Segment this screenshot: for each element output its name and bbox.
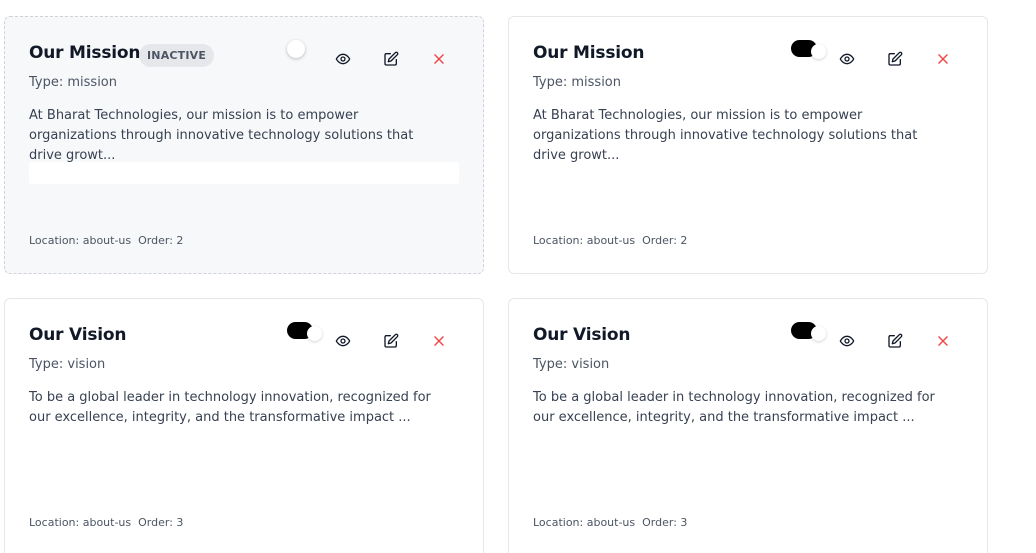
active-toggle[interactable] [287,40,313,58]
content-card: Our Vision Type: vision To be a global l… [508,298,988,553]
view-button[interactable] [331,329,355,353]
toggle-knob [287,40,305,58]
edit-icon [888,333,903,348]
content-placeholder [29,162,459,184]
order-label: Order: 2 [642,234,688,247]
delete-button[interactable] [427,47,451,71]
view-button[interactable] [835,47,859,71]
card-meta: Location: about-us Order: 2 [29,234,190,247]
content-card: Our Vision Type: vision To be a global l… [4,298,484,553]
view-button[interactable] [835,329,859,353]
active-toggle[interactable] [791,322,826,341]
delete-button[interactable] [931,47,955,71]
order-label: Order: 3 [642,516,688,529]
location-label: Location: about-us [29,516,132,529]
card-type: Type: vision [29,357,106,372]
card-type: Type: mission [533,75,621,90]
card-title: Our Mission [29,43,141,63]
location-label: Location: about-us [533,234,636,247]
toggle-knob [811,44,826,59]
edit-button[interactable] [379,329,403,353]
content-card: Our Mission Type: mission At Bharat Tech… [508,16,988,274]
toggle-knob [307,326,322,341]
card-description: At Bharat Technologies, our mission is t… [29,108,414,163]
close-icon [938,336,948,346]
view-button[interactable] [331,47,355,71]
card-description: At Bharat Technologies, our mission is t… [533,108,918,163]
card-description: To be a global leader in technology inno… [533,390,935,425]
content-card: Our Mission INACTIVE Type: mission At Bh… [4,16,484,274]
card-title: Our Vision [29,325,127,345]
close-icon [938,54,948,64]
edit-icon [888,51,903,66]
card-type: Type: vision [533,357,610,372]
order-label: Order: 2 [138,234,184,247]
eye-icon [335,53,351,65]
edit-button[interactable] [883,47,907,71]
close-icon [434,336,444,346]
card-meta: Location: about-us Order: 3 [29,516,190,529]
card-meta: Location: about-us Order: 3 [533,516,694,529]
card-title: Our Vision [533,325,631,345]
toggle-knob [811,326,826,341]
delete-button[interactable] [427,329,451,353]
eye-icon [335,335,351,347]
edit-button[interactable] [379,47,403,71]
card-meta: Location: about-us Order: 2 [533,234,694,247]
edit-icon [384,51,399,66]
location-label: Location: about-us [29,234,132,247]
edit-button[interactable] [883,329,907,353]
status-badge: INACTIVE [139,44,215,67]
close-icon [434,54,444,64]
active-toggle[interactable] [791,40,826,59]
card-type: Type: mission [29,75,117,90]
active-toggle[interactable] [287,322,322,341]
delete-button[interactable] [931,329,955,353]
card-description: To be a global leader in technology inno… [29,390,431,425]
eye-icon [839,53,855,65]
eye-icon [839,335,855,347]
location-label: Location: about-us [533,516,636,529]
order-label: Order: 3 [138,516,184,529]
edit-icon [384,333,399,348]
card-title: Our Mission [533,43,645,63]
